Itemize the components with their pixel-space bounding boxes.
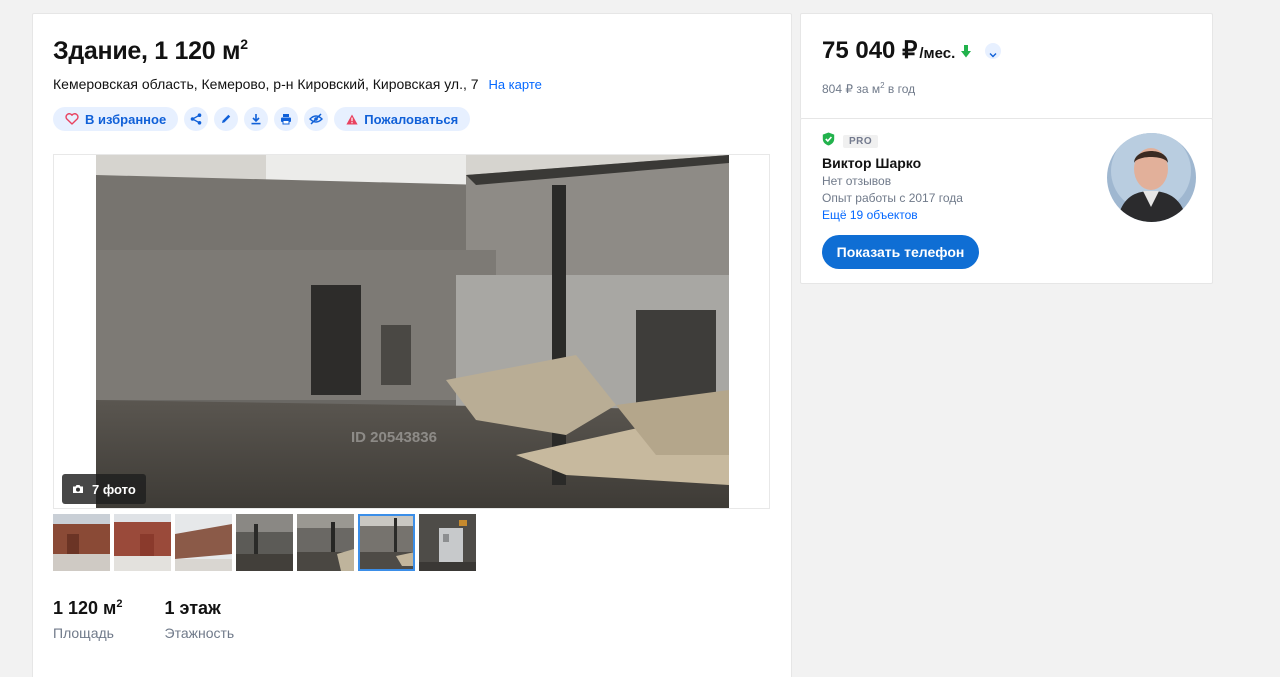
- listing-address: Кемеровская область, Кемерово, р-н Киров…: [53, 76, 542, 92]
- action-bar: В избранное Пожаловаться: [53, 107, 471, 131]
- hide-button[interactable]: [304, 107, 329, 131]
- spec-area-label: Площадь: [53, 625, 114, 641]
- agent-badges: PRO: [822, 132, 963, 151]
- thumbnail[interactable]: [114, 514, 171, 571]
- thumbnail-strip: [53, 514, 476, 571]
- show-phone-button[interactable]: Показать телефон: [822, 235, 979, 269]
- agent-info: PRO Виктор Шарко Нет отзывов Опыт работы…: [822, 132, 963, 222]
- complain-label: Пожаловаться: [364, 111, 459, 127]
- spec-floors-label: Этажность: [164, 625, 235, 641]
- agent-avatar[interactable]: [1107, 133, 1196, 222]
- photo-gallery: ID 20543836 7 фото: [53, 154, 770, 509]
- address-text: Кемеровская область, Кемерово, р-н Киров…: [53, 76, 479, 92]
- agent-experience: Опыт работы с 2017 года: [822, 191, 963, 205]
- favorite-label: В избранное: [85, 111, 167, 127]
- spec-floors-value: 1 этаж: [164, 598, 221, 618]
- thumbnail[interactable]: [53, 514, 110, 571]
- download-button[interactable]: [244, 107, 269, 131]
- thumbnail[interactable]: [297, 514, 354, 571]
- listing-card: Здание, 1 120 м2 Кемеровская область, Ке…: [32, 13, 792, 677]
- main-photo[interactable]: ID 20543836: [96, 155, 729, 508]
- agent-card: PRO Виктор Шарко Нет отзывов Опыт работы…: [800, 118, 1213, 284]
- price: 75 040 ₽ /мес.: [822, 36, 1002, 65]
- download-icon: [250, 113, 262, 125]
- share-button[interactable]: [184, 107, 209, 131]
- chevron-down-icon: [989, 37, 997, 65]
- agent-reviews: Нет отзывов: [822, 174, 892, 188]
- thumbnail[interactable]: [236, 514, 293, 571]
- thumbnail[interactable]: [175, 514, 232, 571]
- specs-block: 1 120 м2 Площадь 1 этаж Этажность: [53, 598, 234, 641]
- agent-name: Виктор Шарко: [822, 155, 922, 171]
- price-value: 75 040 ₽: [822, 37, 918, 64]
- price-down-arrow-icon: [961, 37, 972, 65]
- spec-floors: 1 этаж Этажность: [165, 598, 235, 641]
- verified-shield-icon: [822, 132, 835, 151]
- camera-icon: [72, 482, 84, 497]
- price-per-sqm: 804 ₽ за м2 в год: [822, 81, 916, 96]
- spec-area: 1 120 м2 Площадь: [53, 598, 123, 641]
- heart-icon: [65, 113, 79, 125]
- print-icon: [280, 113, 292, 125]
- warning-icon: [346, 114, 358, 125]
- listing-title: Здание, 1 120 м2: [53, 36, 248, 65]
- photo-watermark: ID 20543836: [351, 429, 437, 446]
- favorite-button[interactable]: В избранное: [53, 107, 179, 131]
- agent-more-objects-link[interactable]: Ещё 19 объектов: [822, 208, 963, 222]
- photo-count-label: 7 фото: [92, 481, 136, 497]
- edit-icon: [220, 113, 232, 125]
- photo-count-badge[interactable]: 7 фото: [62, 474, 146, 504]
- price-unit: /мес.: [919, 45, 956, 62]
- on-map-link[interactable]: На карте: [488, 77, 541, 92]
- pro-badge: PRO: [843, 134, 879, 148]
- complain-button[interactable]: Пожаловаться: [334, 107, 471, 131]
- print-button[interactable]: [274, 107, 299, 131]
- price-history-dropdown[interactable]: [985, 42, 1002, 59]
- spec-area-value: 1 120 м2: [53, 598, 123, 618]
- hide-icon: [309, 113, 324, 125]
- share-icon: [190, 113, 202, 125]
- price-card: 75 040 ₽ /мес. 804 ₽ за м2 в год: [800, 13, 1213, 119]
- thumbnail[interactable]: [419, 514, 476, 571]
- thumbnail-active[interactable]: [358, 514, 415, 571]
- edit-button[interactable]: [214, 107, 239, 131]
